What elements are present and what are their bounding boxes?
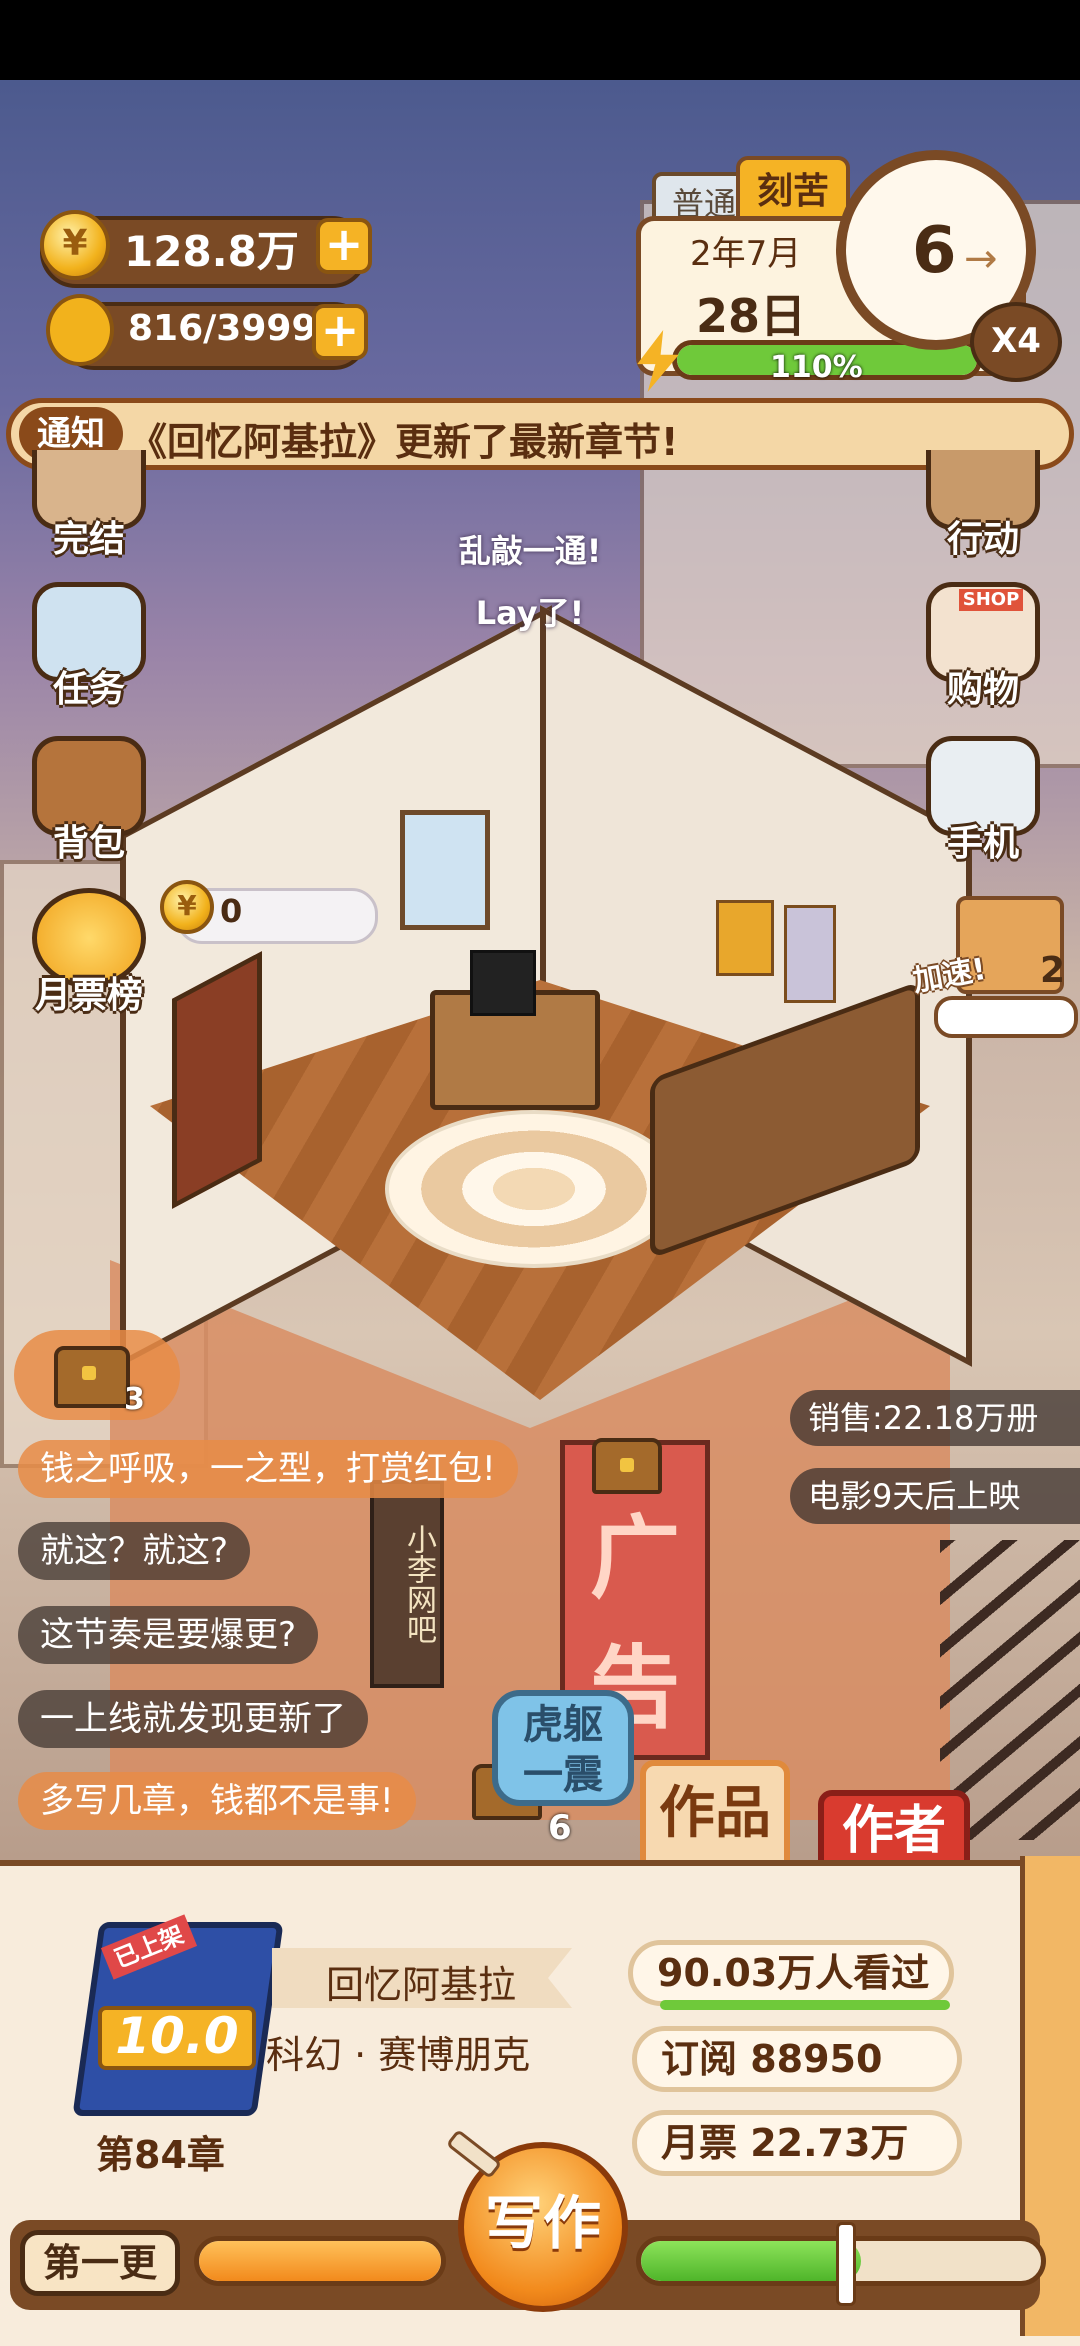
menu-shop[interactable]: SHOP 购物	[918, 582, 1048, 722]
comment-4: 一上线就发现更新了	[18, 1690, 368, 1748]
progress-marker	[836, 2222, 856, 2306]
menu-monthly-ranking-label: 月票榜	[34, 975, 143, 1016]
treasure-chest-icon	[54, 1346, 130, 1408]
notification-text: 《回忆阿基拉》更新了最新章节!	[129, 420, 679, 464]
menu-phone[interactable]: 手机	[918, 736, 1048, 876]
shop-sign: SHOP	[959, 589, 1023, 611]
speech-bubble-2: Lay了!	[475, 594, 585, 632]
wall-poster-2	[784, 905, 836, 1003]
coin-amount: 128.8万	[124, 227, 299, 276]
comment-5: 多写几章，钱都不是事!	[18, 1772, 416, 1830]
menu-action-label: 行动	[946, 519, 1019, 560]
speedup-count: 2	[1040, 950, 1066, 991]
coin-icon: ¥	[40, 210, 110, 280]
add-energy-button[interactable]: +	[312, 304, 368, 360]
writing-progress-fill	[641, 2241, 861, 2281]
speech-bubble-1: 乱敲一通!	[458, 532, 602, 570]
day-progress-text: 110%	[770, 350, 863, 385]
menu-action[interactable]: 行动	[918, 450, 1048, 570]
lightbulb-icon	[46, 294, 114, 366]
computer-monitor	[470, 950, 536, 1016]
comment-3: 这节奏是要爆更?	[18, 1606, 319, 1664]
round-rug	[385, 1110, 683, 1268]
ticket-count: 0	[220, 892, 243, 930]
menu-backpack[interactable]: 背包	[24, 736, 154, 876]
coin-icon-small: ¥	[160, 880, 214, 934]
shake-button[interactable]: 虎躯一震	[492, 1690, 634, 1806]
movie-info: 电影9天后上映	[790, 1468, 1080, 1524]
clock-speed: 6	[912, 214, 957, 288]
sales-info: 销售:22.18万册	[790, 1390, 1080, 1446]
menu-backpack-label: 背包	[52, 823, 125, 864]
status-bar	[0, 0, 1080, 80]
netcafe-sign: 小李网吧	[370, 1480, 444, 1688]
book-score: 10.0	[98, 2006, 256, 2070]
monthly-ticket-stat: 月票 22.73万	[632, 2110, 962, 2176]
chest-count-bottom: 6	[548, 1808, 572, 1848]
comment-2: 就这？就这?	[18, 1522, 251, 1580]
book-title: 回忆阿基拉	[326, 1963, 517, 2007]
views-bar	[660, 2000, 950, 2010]
menu-monthly-ranking[interactable]: 月票榜	[24, 888, 154, 1028]
tab-works[interactable]: 作品	[640, 1760, 790, 1870]
update-progress-fill	[199, 2241, 441, 2281]
add-coins-button[interactable]: +	[316, 218, 372, 274]
wall-poster	[716, 900, 774, 976]
update-progress-bar	[194, 2236, 446, 2286]
notification-bar[interactable]: 通知 《回忆阿基拉》更新了最新章节!	[6, 398, 1074, 470]
arrow-right-icon: →	[964, 236, 998, 282]
treasure-chest-icon[interactable]	[592, 1438, 662, 1494]
chapter-label: 第84章	[96, 2133, 225, 2177]
calendar-day: 28日	[696, 289, 807, 343]
menu-tasks[interactable]: 任务	[24, 582, 154, 722]
comment-1: 钱之呼吸，一之型，打赏红包!	[18, 1440, 518, 1498]
calendar-month: 2年7月	[690, 234, 802, 274]
book-genre: 科幻 · 赛博朋克	[266, 2033, 531, 2077]
views-stat: 90.03万人看过	[628, 1940, 954, 2006]
subscribe-stat: 订阅 88950	[632, 2026, 962, 2092]
speed-multiplier-button[interactable]: X4	[970, 302, 1062, 382]
energy-amount: 816/3999	[128, 308, 317, 349]
menu-completed-label: 完结	[52, 519, 125, 560]
menu-phone-label: 手机	[946, 823, 1019, 864]
chest-count-top: 3	[124, 1382, 145, 1417]
tab-author[interactable]: 作者	[818, 1790, 970, 1870]
menu-shop-label: 购物	[946, 669, 1019, 710]
menu-completed[interactable]: 完结	[24, 450, 154, 570]
update-label[interactable]: 第一更	[20, 2230, 180, 2296]
speedup-progress-bar	[934, 996, 1078, 1038]
menu-tasks-label: 任务	[52, 669, 125, 710]
room-window	[400, 810, 490, 930]
